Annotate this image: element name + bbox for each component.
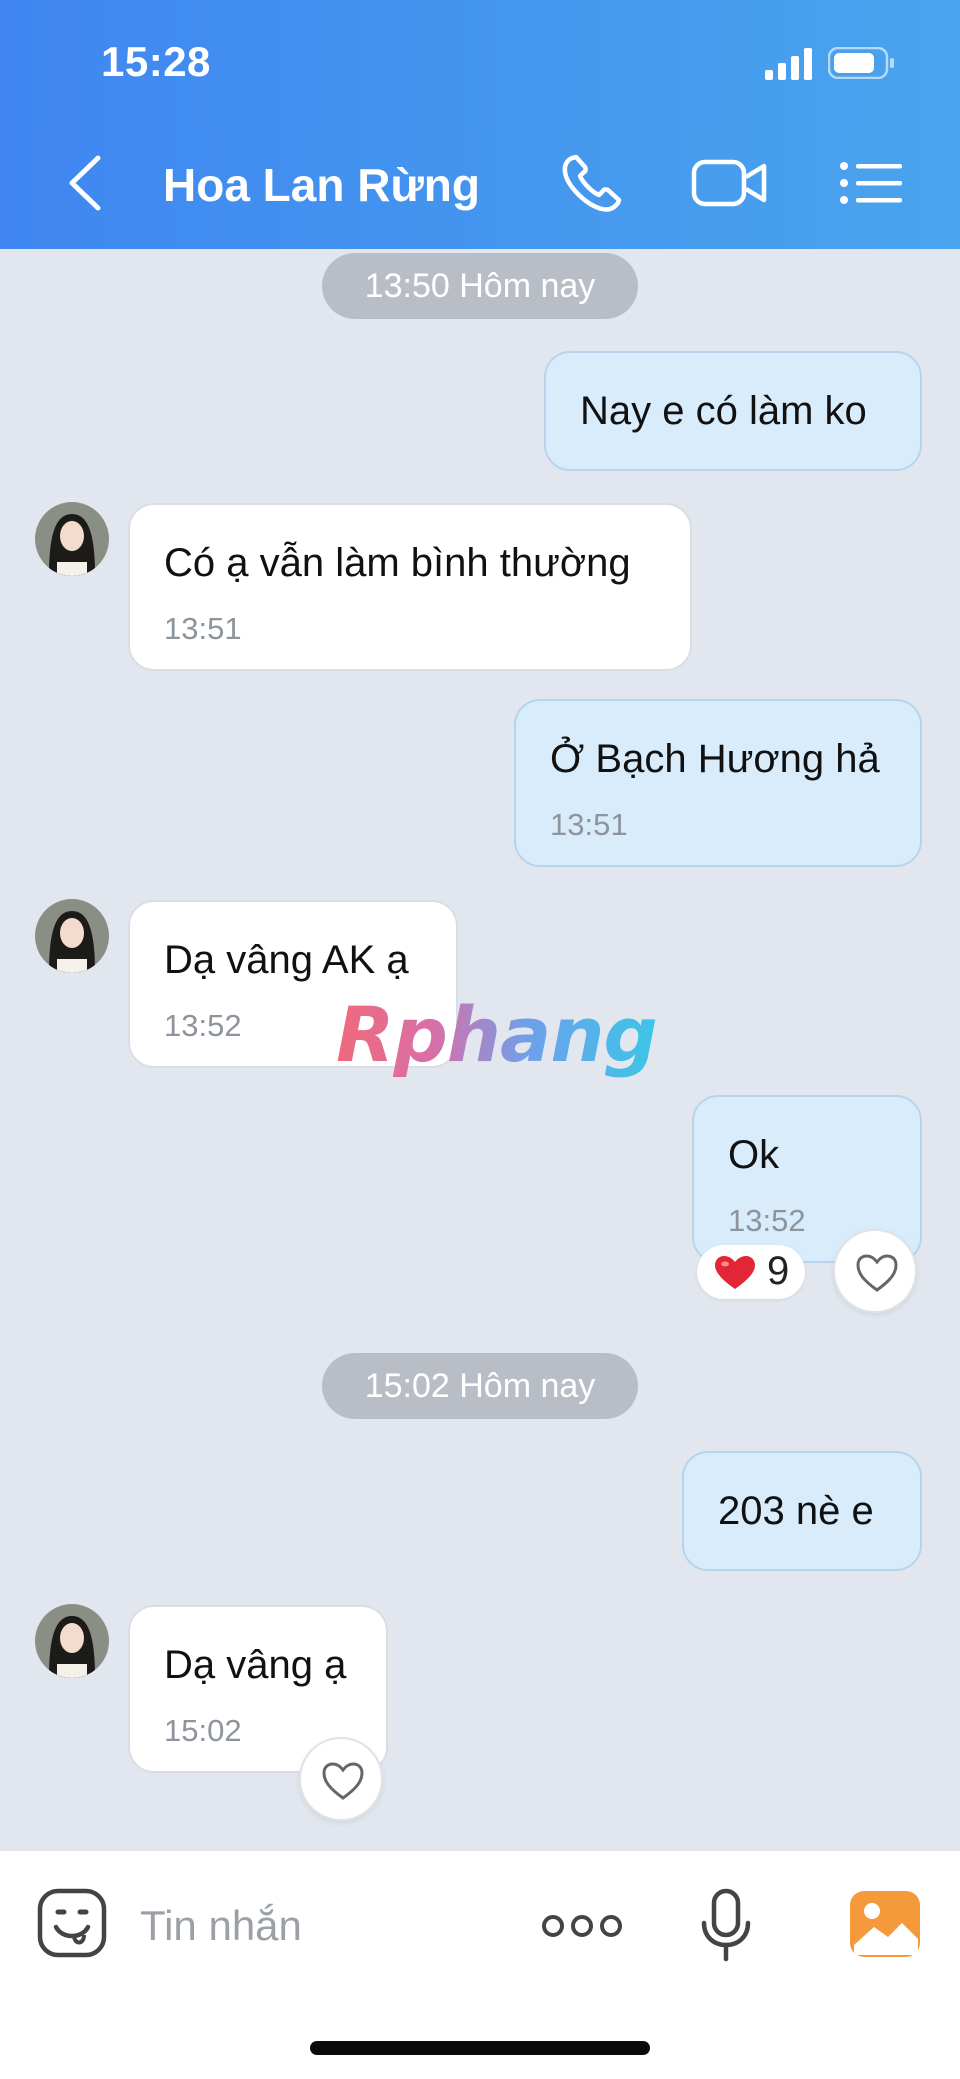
outgoing-message[interactable]: Nay e có làm ko	[544, 351, 922, 471]
sticker-emoji-icon[interactable]	[36, 1887, 108, 1959]
message-composer	[0, 1850, 960, 2079]
like-button[interactable]	[299, 1737, 383, 1821]
outgoing-message[interactable]: Ở Bạch Hương hả 13:51	[514, 699, 922, 867]
heart-outline-icon	[856, 1254, 898, 1292]
battery-icon	[828, 47, 894, 79]
reaction-summary[interactable]: 9	[697, 1245, 805, 1299]
message-text: 203 nè e	[718, 1489, 874, 1533]
contact-avatar[interactable]	[35, 899, 109, 973]
message-text: Nay e có làm ko	[580, 389, 867, 433]
chat-header: 15:28 Hoa Lan Rừng	[0, 0, 960, 249]
reaction-count: 9	[767, 1249, 790, 1293]
contact-name-title[interactable]: Hoa Lan Rừng	[163, 158, 480, 212]
heart-outline-icon	[322, 1762, 364, 1800]
contact-avatar[interactable]	[35, 1604, 109, 1678]
cellular-signal-icon	[765, 48, 812, 80]
message-text: Có ạ vẫn làm bình thường	[164, 541, 631, 585]
outgoing-message[interactable]: 203 nè e	[682, 1451, 922, 1571]
like-button[interactable]	[833, 1229, 917, 1313]
microphone-icon[interactable]	[698, 1887, 754, 1965]
message-text: Dạ vâng ạ	[164, 1643, 347, 1687]
message-input[interactable]	[140, 1891, 500, 1961]
status-time: 15:28	[101, 38, 211, 85]
date-divider: 15:02 Hôm nay	[322, 1353, 638, 1419]
message-timestamp: 13:51	[550, 807, 628, 842]
message-timestamp: 13:52	[164, 1008, 242, 1043]
incoming-message[interactable]: Có ạ vẫn làm bình thường 13:51	[128, 503, 692, 671]
phone-icon[interactable]	[558, 150, 628, 216]
more-options-icon[interactable]	[540, 1909, 624, 1943]
heart-reaction-icon	[715, 1256, 755, 1289]
home-indicator	[310, 2041, 650, 2055]
back-icon[interactable]	[58, 150, 108, 216]
photo-gallery-icon[interactable]	[848, 1889, 922, 1959]
message-text: Dạ vâng AK ạ	[164, 938, 409, 982]
menu-list-icon[interactable]	[836, 150, 906, 216]
video-call-icon[interactable]	[690, 150, 770, 216]
message-timestamp: 13:51	[164, 611, 242, 646]
watermark-logo: Rphang	[336, 990, 658, 1079]
contact-avatar[interactable]	[35, 502, 109, 576]
date-divider: 13:50 Hôm nay	[322, 253, 638, 319]
message-timestamp: 15:02	[164, 1713, 242, 1748]
message-timestamp: 13:52	[728, 1203, 806, 1238]
message-text: Ở Bạch Hương hả	[550, 737, 880, 781]
message-text: Ok	[728, 1133, 780, 1177]
